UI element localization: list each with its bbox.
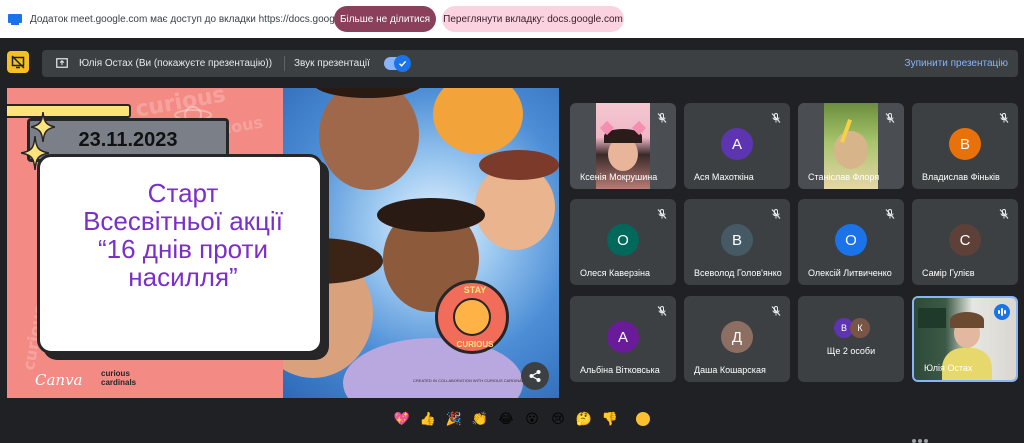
slide-date: 23.11.2023 [78, 128, 178, 151]
participant-tile[interactable]: В К Ще 2 особи [798, 296, 904, 382]
title-line: “16 днів проти [97, 234, 268, 264]
participant-name: Станіслав Флоря [808, 172, 880, 182]
reaction-thinking[interactable]: 🤔 [574, 409, 594, 429]
reaction-party[interactable]: 🎉 [444, 409, 464, 429]
stop-presenting-button[interactable]: Зупинити презентацію [905, 58, 1008, 69]
screen-share-icon [8, 13, 22, 25]
participant-tile[interactable]: А Ася Махоткіна [684, 103, 790, 189]
presentation-slide: curious curious curious 23.11.2023 Canva… [7, 88, 559, 398]
presenter-label: Юлія Остах (Ви (покажуєте презентацію)) [79, 58, 273, 69]
red-beanie [479, 150, 559, 180]
reaction-sad[interactable]: 😢 [548, 409, 568, 429]
mic-off-icon [770, 304, 782, 316]
sparkle-icon [21, 136, 49, 170]
mic-off-icon [656, 304, 668, 316]
reactions-bar: 💖 👍 🎉 👏 😂 😮 😢 🤔 👎 [392, 406, 650, 432]
participant-name: Самір Гулієв [922, 268, 975, 278]
slide-credit: CREATED IN COLLABORATION WITH CURIOUS CA… [413, 378, 527, 383]
participant-tile[interactable]: О Олексій Литвиченко [798, 199, 904, 285]
participant-name: Владислав Фіньків [922, 172, 1000, 182]
reaction-laugh[interactable]: 😂 [496, 409, 516, 429]
speaking-indicator-icon [994, 304, 1010, 320]
participant-tile[interactable]: С Самір Гулієв [912, 199, 1018, 285]
presentation-sound-toggle[interactable] [384, 55, 411, 72]
reaction-heart[interactable]: 💖 [392, 409, 412, 429]
participant-name: Даша Кошарская [694, 365, 766, 375]
more-participants-label: Ще 2 особи [826, 346, 876, 356]
share-message: Додаток meet.google.com має доступ до вк… [30, 13, 365, 25]
hide-presentation-icon[interactable] [7, 51, 29, 73]
view-tab-button[interactable]: Переглянути вкладку: docs.google.com [442, 6, 624, 32]
skin-tone-picker[interactable] [636, 412, 650, 426]
reaction-thumbs-up[interactable]: 👍 [418, 409, 438, 429]
canva-logo: Canva [35, 371, 83, 389]
participant-tile[interactable]: Юлія Остах [912, 296, 1018, 382]
title-line: насилля” [128, 262, 238, 292]
badge-top-text: STAY [463, 285, 487, 295]
participant-tile[interactable]: Ксенія Мокрушина [570, 103, 676, 189]
slide-title: Старт Всесвітньої акції “16 днів проти н… [40, 179, 326, 291]
presentation-toolbar: Юлія Остах (Ви (покажуєте презентацію)) … [42, 50, 1018, 77]
participant-avatar: В [721, 224, 753, 256]
participant-name: Альбіна Вітковська [580, 365, 660, 375]
toolbar-divider [284, 56, 285, 71]
slide-title-card: Старт Всесвітньої акції “16 днів проти н… [37, 154, 323, 354]
reaction-clap[interactable]: 👏 [470, 409, 490, 429]
share-icon [529, 370, 541, 382]
logo-line: cardinals [101, 378, 137, 387]
participant-name: Ксенія Мокрушина [580, 172, 658, 182]
mic-off-icon [656, 207, 668, 219]
curious-cardinals-logo: curious cardinals [101, 369, 136, 387]
participant-name: Юлія Остах [924, 363, 973, 373]
participant-name: Олеся Каверзіна [580, 268, 650, 278]
participant-name: Ася Махоткіна [694, 172, 754, 182]
title-line: Старт [147, 178, 219, 208]
participant-avatar: С [949, 224, 981, 256]
check-icon [394, 55, 411, 72]
mic-off-icon [770, 111, 782, 123]
tab-share-banner: Додаток meet.google.com має доступ до вк… [0, 0, 1024, 38]
logo-line: curious [101, 369, 130, 378]
mic-off-icon [656, 111, 668, 123]
mic-off-icon [770, 207, 782, 219]
participant-tile[interactable]: В Владислав Фіньків [912, 103, 1018, 189]
planet-icon [453, 298, 491, 336]
participant-avatar: В [949, 128, 981, 160]
participant-name: Всеволод Голов'янко [694, 268, 782, 278]
participant-avatar: А [607, 321, 639, 353]
title-line: Всесвітньої акції [83, 206, 283, 236]
participant-tile[interactable]: Станіслав Флоря [798, 103, 904, 189]
badge-bottom-text: CURIOUS [456, 340, 494, 349]
hair-center [377, 198, 485, 232]
participant-tile[interactable]: А Альбіна Вітковська [570, 296, 676, 382]
participant-tile[interactable]: О Олеся Каверзіна [570, 199, 676, 285]
presentation-sound-label: Звук презентації [294, 58, 370, 69]
more-options-icon [912, 439, 928, 443]
mic-off-icon [884, 207, 896, 219]
mic-off-icon [998, 207, 1010, 219]
yellow-strip [7, 104, 131, 118]
mic-off-icon [884, 111, 896, 123]
participant-avatar: О [607, 224, 639, 256]
participant-avatar: А [721, 128, 753, 160]
participant-tile[interactable]: Д Даша Кошарская [684, 296, 790, 382]
stay-curious-badge: STAY CURIOUS [435, 280, 509, 354]
participant-avatar: Д [721, 321, 753, 353]
participant-name: Олексій Литвиченко [808, 268, 892, 278]
mini-avatar: К [850, 318, 870, 338]
reaction-thumbs-down[interactable]: 👎 [600, 409, 620, 429]
share-button[interactable] [521, 362, 549, 390]
mic-off-icon [998, 111, 1010, 123]
reaction-surprised[interactable]: 😮 [522, 409, 542, 429]
participant-avatar: О [835, 224, 867, 256]
participant-tile[interactable]: В Всеволод Голов'янко [684, 199, 790, 285]
present-screen-icon [56, 58, 68, 68]
more-participants-avatars: ВК [834, 318, 874, 340]
stop-sharing-button[interactable]: Більше не ділитися [334, 6, 436, 32]
